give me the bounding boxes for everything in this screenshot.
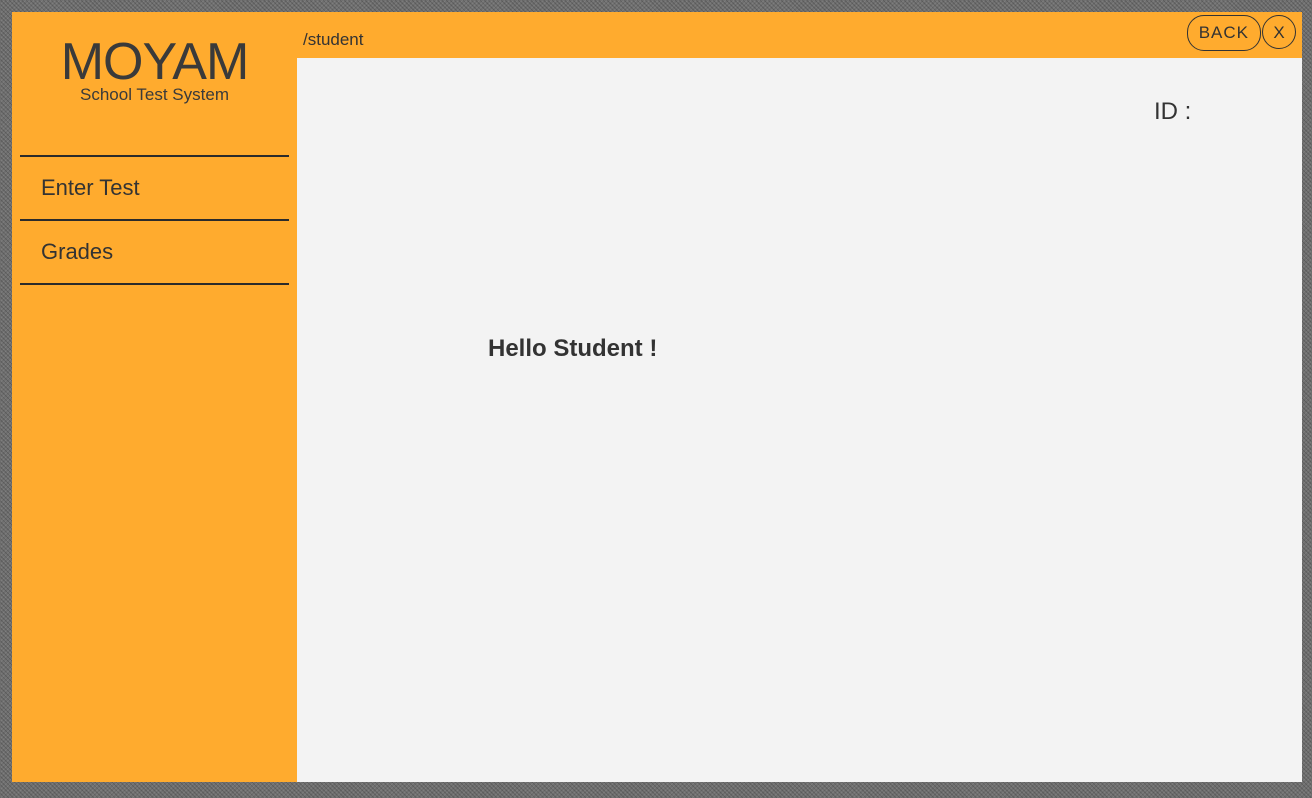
- greeting-text: Hello Student !: [488, 335, 658, 362]
- brand-logo: MOYAM School Test System: [12, 36, 297, 104]
- main-content: ID : Hello Student !: [297, 58, 1302, 782]
- sidebar-item-enter-test[interactable]: Enter Test: [20, 157, 289, 221]
- back-button[interactable]: BACK: [1186, 15, 1261, 51]
- sidebar: MOYAM School Test System Enter Test Grad…: [12, 12, 297, 782]
- brand-title: MOYAM: [60, 33, 250, 91]
- student-id-label: ID :: [1154, 98, 1192, 125]
- breadcrumb: /student: [303, 30, 364, 49]
- header-bar: /student BACK X: [297, 12, 1302, 58]
- sidebar-nav: Enter Test Grades: [20, 155, 289, 285]
- sidebar-item-grades[interactable]: Grades: [20, 221, 289, 285]
- brand-subtitle: School Test System: [80, 85, 229, 104]
- app-window: MOYAM School Test System Enter Test Grad…: [12, 12, 1302, 782]
- close-icon[interactable]: X: [1262, 15, 1296, 49]
